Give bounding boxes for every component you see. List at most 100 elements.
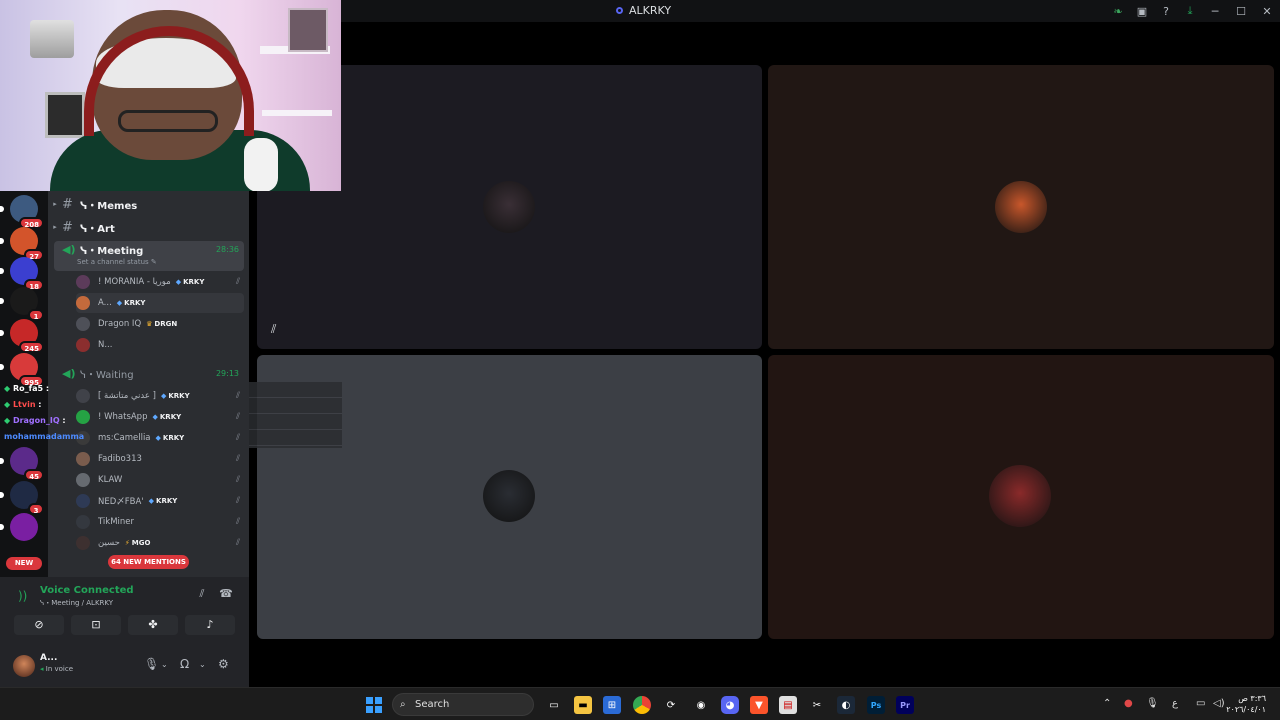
chevron-down-icon[interactable]: ⌄ — [199, 660, 206, 669]
file-explorer-icon[interactable]: ▬ — [574, 696, 592, 714]
voice-connection-panel: )) Voice Connected ᓭ・Meeting / ALKRKY ⫽ … — [0, 577, 249, 645]
screen-share-icon: ⊡ — [91, 618, 101, 631]
voice-user[interactable]: حسين ⚡ MGO ⫽ — [76, 533, 244, 553]
video-tile[interactable] — [768, 355, 1274, 639]
microphone-icon[interactable]: 🎙︎ — [1146, 698, 1159, 709]
voice-location[interactable]: ᓭ・Meeting / ALKRKY — [40, 598, 113, 608]
windows-taskbar: ⌕ Search ▭ ▬ ⊞ ⟳ ◉ ◕ ▼ ▤ ✂ ◐ Ps Pr ⌃ ● 🎙… — [0, 687, 1280, 720]
new-badge[interactable]: NEW — [6, 557, 42, 570]
download-icon[interactable]: ⤓ — [1178, 0, 1202, 22]
close-button[interactable]: ✕ — [1254, 0, 1280, 22]
volume-icon[interactable]: ◁) — [1213, 698, 1225, 709]
task-view-icon[interactable]: ▭ — [545, 696, 563, 714]
search-input[interactable]: ⌕ Search — [392, 693, 534, 716]
voice-user[interactable]: ms:Camellia ◆ KRKY ⫽ — [76, 428, 244, 448]
muted-icon: ⫽ — [271, 322, 277, 336]
gear-icon[interactable]: ⚙ — [218, 657, 229, 671]
language-indicator[interactable]: ع — [1172, 698, 1178, 709]
maximize-button[interactable]: ☐ — [1228, 0, 1254, 22]
network-icon[interactable]: ▭ — [1196, 698, 1205, 709]
clock[interactable]: ٣:٣٦ ص ٢٠٢٦/٠٤/٠١ — [1226, 693, 1266, 715]
channel-memes[interactable]: ▸ # ᓭ・Memes — [48, 194, 249, 214]
show-hidden-icons[interactable]: ⌃ — [1103, 698, 1111, 709]
soundboard-icon: ♪ — [206, 618, 214, 631]
activities-icon: ✤ — [148, 618, 158, 631]
voice-user[interactable]: A... ◆ KRKY — [76, 293, 244, 313]
channel-waiting[interactable]: ◀) ᓭ・Waiting 29:13 — [48, 363, 249, 383]
server-icon[interactable]: 3 — [0, 481, 44, 515]
steam-icon[interactable]: ◐ — [837, 696, 855, 714]
voice-user[interactable]: NED〆FBA' ◆ KRKY ⫽ — [76, 491, 244, 511]
channel-meeting[interactable]: ◀) ᓭ・Meeting 28:36 — [48, 239, 249, 259]
new-mentions-button[interactable]: 64 NEW MENTIONS — [108, 555, 189, 569]
video-tile[interactable] — [768, 65, 1274, 349]
gem-icon: ◆ — [175, 278, 182, 286]
user-name[interactable]: A... — [40, 653, 57, 663]
disconnect-icon[interactable]: ☎ — [217, 587, 235, 605]
channel-art[interactable]: ▸ # ᓭ・Art — [48, 217, 249, 237]
server-icon[interactable]: 1 — [0, 287, 44, 321]
start-button[interactable] — [366, 697, 382, 713]
server-icon[interactable]: 208 — [0, 195, 44, 229]
store-icon[interactable]: ⊞ — [603, 696, 621, 714]
tray-app-icon[interactable]: ● — [1124, 698, 1133, 709]
nitro-leaf-icon[interactable]: ❧ — [1106, 0, 1130, 22]
server-tag: ◆ KRKY — [161, 392, 190, 400]
premiere-icon[interactable]: Pr — [896, 696, 914, 714]
steam-vr-icon[interactable]: ◉ — [692, 696, 710, 714]
camera-off-button[interactable]: ⊘ — [14, 615, 64, 635]
mention-badge: 1 — [28, 309, 44, 321]
webcam-overlay — [0, 0, 341, 191]
server-tag-label: KRKY — [168, 392, 190, 400]
chat-text: : — [59, 416, 66, 425]
discord-icon[interactable]: ◕ — [721, 696, 739, 714]
deafened-icon: ⫽ — [235, 454, 240, 464]
chrome-icon[interactable] — [633, 696, 651, 714]
headphones-icon[interactable]: Ω — [180, 657, 189, 671]
chat-username: mohammadamma — [4, 432, 85, 441]
voice-user[interactable]: Fadibo313 ⫽ — [76, 449, 244, 469]
microphone-icon[interactable]: 🎙︎ — [144, 657, 159, 671]
unread-indicator — [0, 364, 4, 370]
server-tag-label: KRKY — [162, 434, 185, 442]
help-icon[interactable]: ? — [1154, 0, 1178, 22]
avatar — [76, 515, 90, 529]
server-tag-label: DRGN — [154, 320, 178, 328]
minimize-button[interactable]: ─ — [1202, 0, 1228, 22]
server-icon[interactable]: 45 — [0, 447, 44, 481]
voice-user[interactable]: KLAW ⫽ — [76, 470, 244, 490]
document-icon[interactable]: ▤ — [779, 696, 797, 714]
signal-icon[interactable]: )) — [18, 589, 27, 603]
channel-status[interactable]: Set a channel status ✎ — [77, 258, 157, 266]
avatar — [76, 473, 90, 487]
brave-icon[interactable]: ▼ — [750, 696, 768, 714]
glasses — [118, 110, 218, 132]
noise-suppression-icon[interactable]: ⫽ — [193, 587, 211, 605]
voice-user[interactable]: ! MORANIA - موريا ◆ KRKY ⫽ — [76, 272, 244, 292]
voice-user[interactable]: [ عدني متاتشة ] ◆ KRKY ⫽ — [76, 386, 244, 406]
screen-share-button[interactable]: ⊡ — [71, 615, 121, 635]
soundboard-button[interactable]: ♪ — [185, 615, 235, 635]
voice-user[interactable]: N... — [76, 335, 244, 355]
voice-user[interactable]: ! WhatsApp ◆ KRKY ⫽ — [76, 407, 244, 427]
avatar[interactable] — [13, 655, 35, 677]
capcut-icon[interactable]: ✂ — [808, 696, 826, 714]
voice-user[interactable]: TikMiner ⫽ — [76, 512, 244, 532]
server-tag: ◆ KRKY — [152, 413, 181, 421]
speaker-icon: ◂ — [40, 665, 44, 673]
server-icon[interactable]: 995 — [0, 353, 44, 387]
server-icon[interactable]: 27 — [0, 227, 44, 261]
voice-user[interactable]: Dragon IQ ♛ DRGN — [76, 314, 244, 334]
server-icon[interactable]: 18 — [0, 257, 44, 291]
server-icon[interactable] — [0, 513, 38, 541]
app-icon[interactable]: ⟳ — [662, 696, 680, 714]
photoshop-icon[interactable]: Ps — [867, 696, 885, 714]
voice-connected-label[interactable]: Voice Connected — [40, 585, 134, 596]
activities-button[interactable]: ✤ — [128, 615, 178, 635]
server-icon[interactable]: 245 — [0, 319, 44, 353]
inbox-icon[interactable]: ▣ — [1130, 0, 1154, 22]
chat-username: Ro_fa5 — [12, 384, 44, 393]
title-bar-actions: ❧ ▣ ? ⤓ ─ ☐ ✕ — [1106, 0, 1280, 22]
chevron-down-icon[interactable]: ⌄ — [161, 660, 168, 669]
deafened-icon: ⫽ — [235, 517, 240, 527]
